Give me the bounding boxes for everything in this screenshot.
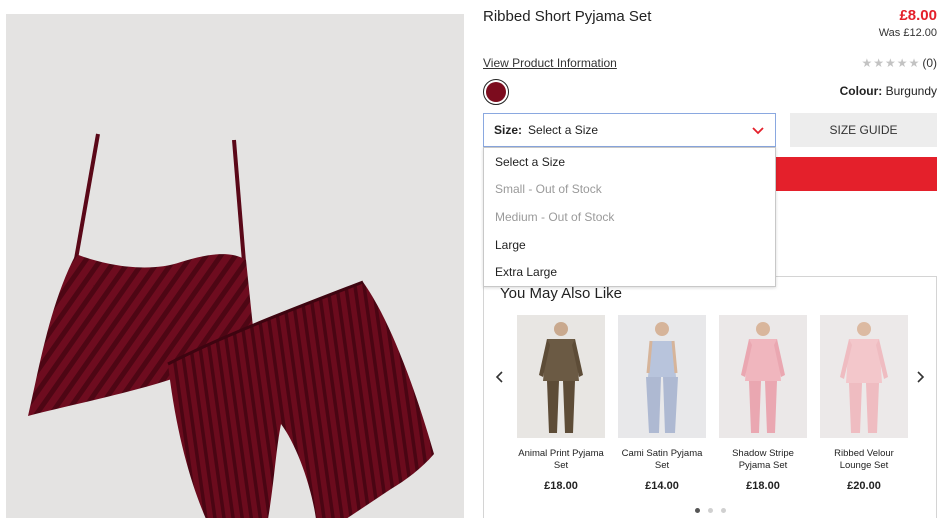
rec-item-shadow-stripe[interactable]: Shadow Stripe Pyjama Set £18.00 <box>719 315 807 492</box>
size-option-large[interactable]: Large <box>484 231 775 259</box>
size-label: Size: <box>494 123 523 137</box>
size-option-medium[interactable]: Medium - Out of Stock <box>484 203 775 231</box>
carousel-dot[interactable] <box>720 508 726 513</box>
colour-label: Colour: <box>839 84 883 98</box>
size-option-small[interactable]: Small - Out of Stock <box>484 176 775 204</box>
pyjama-figure-icon <box>820 315 908 438</box>
rating-count: (0) <box>922 56 937 70</box>
carousel-next-icon[interactable] <box>912 369 928 385</box>
recommendations-panel: You May Also Like Animal Print Pyjama Se… <box>483 276 937 518</box>
rec-item-ribbed-velour[interactable]: Ribbed Velour Lounge Set £20.00 <box>820 315 908 492</box>
rec-thumbnail <box>618 315 706 438</box>
view-product-information-link[interactable]: View Product Information <box>483 56 617 70</box>
product-image <box>6 14 464 518</box>
product-price: £8.00 <box>899 7 937 24</box>
rec-name: Shadow Stripe Pyjama Set <box>732 448 794 471</box>
rec-price: £18.00 <box>544 480 578 492</box>
rec-item-cami-satin[interactable]: Cami Satin Pyjama Set £14.00 <box>618 315 706 492</box>
rec-price: £20.00 <box>847 480 881 492</box>
size-dropdown-list: Select a Size Small - Out of Stock Mediu… <box>483 147 776 287</box>
pyjama-figure-icon <box>517 315 605 438</box>
rec-name: Animal Print Pyjama Set <box>518 448 604 471</box>
rec-thumbnail <box>719 315 807 438</box>
carousel-prev-icon[interactable] <box>492 369 508 385</box>
swatch-fill <box>486 82 506 102</box>
chevron-down-icon <box>752 127 764 135</box>
product-rating[interactable]: ★★★★★ (0) <box>862 56 937 70</box>
rec-thumbnail <box>820 315 908 438</box>
carousel-dot[interactable] <box>707 508 713 513</box>
rec-thumbnail <box>517 315 605 438</box>
was-price: Was £12.00 <box>878 27 937 39</box>
size-option-extra-large[interactable]: Extra Large <box>484 258 775 286</box>
colour-value: Burgundy <box>885 84 937 98</box>
size-guide-button[interactable]: SIZE GUIDE <box>790 113 937 147</box>
rec-item-animal-print[interactable]: Animal Print Pyjama Set £18.00 <box>517 315 605 492</box>
recommendations-title: You May Also Like <box>500 285 623 302</box>
pyjama-set-illustration <box>28 133 434 518</box>
size-selected-value: Select a Size <box>528 123 599 137</box>
size-option-select[interactable]: Select a Size <box>484 148 775 176</box>
carousel-dot[interactable] <box>694 508 700 513</box>
colour-display: Colour: Burgundy <box>840 84 937 98</box>
colour-swatch-burgundy[interactable] <box>483 79 509 105</box>
product-title: Ribbed Short Pyjama Set <box>483 8 652 25</box>
rec-price: £18.00 <box>746 480 780 492</box>
rec-price: £14.00 <box>645 480 679 492</box>
rating-stars-icon: ★★★★★ <box>861 56 921 70</box>
rec-name: Cami Satin Pyjama Set <box>621 448 703 471</box>
rec-name: Ribbed Velour Lounge Set <box>834 448 894 471</box>
carousel-pagination <box>484 508 936 513</box>
pyjama-figure-icon <box>618 315 706 438</box>
pyjama-figure-icon <box>719 315 807 438</box>
size-select[interactable]: Size: Select a Size <box>483 113 776 147</box>
